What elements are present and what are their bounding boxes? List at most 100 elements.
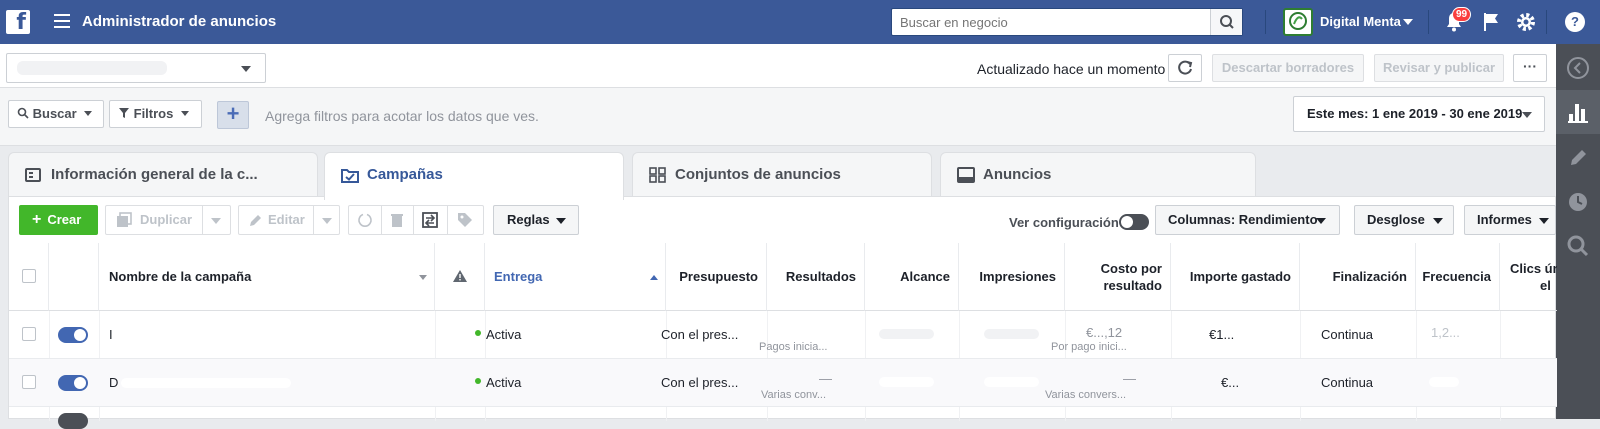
flag-icon[interactable]: [1479, 10, 1503, 34]
header-results[interactable]: Resultados: [767, 243, 865, 311]
filter-hint: Agrega filtros para acotar los datos que…: [265, 108, 539, 124]
row-checkbox[interactable]: [22, 375, 36, 389]
header-frequency[interactable]: Frecuencia: [1416, 243, 1500, 311]
campaign-toggle[interactable]: [58, 375, 88, 391]
filter-funnel-icon: [119, 108, 129, 118]
create-button[interactable]: + Crear: [19, 205, 98, 235]
right-sidebar: [1556, 44, 1600, 419]
tag-icon[interactable]: [457, 212, 473, 228]
budget-value[interactable]: Con el pres...: [661, 327, 738, 342]
toggle-knob: [74, 329, 86, 341]
header-label: Finalización: [1332, 269, 1407, 284]
business-search[interactable]: [891, 8, 1243, 36]
campaign-name[interactable]: I: [109, 327, 113, 342]
campaign-toggle[interactable]: [58, 327, 88, 343]
chevron-left-circle-icon: [1567, 57, 1589, 79]
divider: [1265, 10, 1266, 34]
tab-overview[interactable]: Información general de la c...: [8, 152, 318, 198]
ab-test-icon[interactable]: [421, 211, 439, 229]
chevron-down-icon: [211, 218, 221, 224]
bar-chart-icon: [1568, 104, 1588, 123]
tab-campaigns[interactable]: Campañas: [324, 152, 624, 200]
reports-label: Informes: [1477, 212, 1532, 227]
tab-ad-sets[interactable]: Conjuntos de anuncios: [632, 152, 932, 198]
results-value: —: [819, 371, 832, 386]
header-delivery[interactable]: Entrega: [485, 243, 666, 311]
frequency-value: 1,2...: [1431, 325, 1460, 340]
account-selector[interactable]: [6, 53, 266, 83]
discard-drafts-button[interactable]: Descartar borradores: [1212, 54, 1364, 82]
collapse-button[interactable]: [1556, 46, 1600, 90]
header-cost-per-result[interactable]: Costo por resultado: [1065, 243, 1171, 311]
view-config-label: Ver configuración: [1009, 215, 1119, 230]
breakdown-dropdown[interactable]: Desglose: [1354, 205, 1454, 235]
results-type: Varias conv...: [761, 389, 827, 401]
edit-button[interactable]: Editar: [238, 205, 340, 235]
chevron-down-icon: [322, 218, 332, 224]
date-range-label: Este mes: 1 ene 2019 - 30 ene 2019: [1307, 106, 1523, 121]
add-filter-button[interactable]: +: [217, 101, 249, 129]
chevron-down-icon: [556, 218, 566, 224]
row-checkbox[interactable]: [22, 327, 36, 341]
facebook-logo-icon[interactable]: f: [6, 10, 30, 35]
header-reach[interactable]: Alcance: [865, 243, 959, 311]
help-icon[interactable]: ?: [1565, 12, 1585, 32]
rules-button[interactable]: Reglas: [493, 205, 579, 235]
amount-spent: €...: [1221, 375, 1240, 390]
sidebar-item-edit[interactable]: [1556, 136, 1600, 180]
trash-icon[interactable]: [389, 212, 405, 228]
clock-icon: [1569, 193, 1587, 211]
search-icon: [17, 107, 29, 119]
campaign-name[interactable]: D: [109, 375, 118, 390]
pencil-icon: [250, 215, 261, 226]
refresh-icon: [1178, 60, 1193, 75]
refresh-button[interactable]: [1168, 54, 1202, 82]
search-button[interactable]: [1210, 9, 1242, 35]
account-avatar[interactable]: [1283, 8, 1313, 36]
sidebar-item-inspect[interactable]: [1556, 224, 1600, 268]
power-icon[interactable]: [357, 212, 373, 228]
frequency-redacted: [1429, 377, 1459, 387]
search-filter-button[interactable]: Buscar: [8, 100, 104, 128]
gear-icon[interactable]: [1514, 10, 1538, 34]
sidebar-item-history[interactable]: [1556, 180, 1600, 224]
table-row[interactable]: [9, 407, 1557, 429]
header-campaign-name[interactable]: Nombre de la campaña: [99, 243, 435, 311]
chevron-down-icon[interactable]: [1403, 19, 1413, 25]
header-amount-spent[interactable]: Importe gastado: [1171, 243, 1300, 311]
menu-icon[interactable]: [54, 14, 70, 28]
end-value: Continua: [1321, 327, 1374, 342]
account-name[interactable]: Digital Menta: [1320, 14, 1401, 29]
budget-value[interactable]: Con el pres...: [661, 375, 738, 390]
duplicate-label: Duplicar: [140, 212, 193, 227]
search-input[interactable]: [892, 9, 1210, 35]
table-row[interactable]: I Activa Con el pres... Pagos inicia... …: [9, 311, 1557, 359]
status-dot: [475, 330, 481, 336]
more-options-button[interactable]: ···: [1513, 54, 1547, 82]
view-config-toggle[interactable]: [1119, 214, 1149, 230]
tab-label: Conjuntos de anuncios: [675, 166, 841, 183]
header-impressions[interactable]: Impresiones: [959, 243, 1065, 311]
header-end[interactable]: Finalización: [1300, 243, 1416, 311]
table-row[interactable]: D Activa Con el pres... — Varias conv...…: [9, 359, 1557, 407]
chevron-down-icon: [1539, 218, 1549, 224]
date-range-picker[interactable]: Este mes: 1 ene 2019 - 30 ene 2019: [1293, 96, 1545, 132]
review-publish-button[interactable]: Revisar y publicar: [1374, 54, 1504, 82]
header-budget[interactable]: Presupuesto: [666, 243, 767, 311]
divider: [1546, 10, 1547, 34]
toggle-knob: [74, 377, 86, 389]
columns-dropdown[interactable]: Columnas: Rendimiento: [1155, 205, 1340, 235]
select-all-checkbox[interactable]: [22, 269, 36, 283]
cost-type: Varias convers...: [1045, 389, 1127, 401]
cost-type: Por pago inici...: [1051, 341, 1127, 353]
quick-actions-group: [348, 205, 484, 235]
header-unique-clicks[interactable]: Clics úni el: [1500, 243, 1557, 311]
sidebar-item-reports[interactable]: [1556, 90, 1600, 134]
reports-dropdown[interactable]: Informes: [1464, 205, 1556, 235]
duplicate-button[interactable]: Duplicar: [105, 205, 231, 235]
tab-ads[interactable]: Anuncios: [940, 152, 1256, 198]
filters-button[interactable]: Filtros: [109, 100, 202, 128]
campaign-toggle[interactable]: [58, 413, 88, 429]
chevron-down-icon: [241, 66, 251, 72]
status-dot: [475, 378, 481, 384]
